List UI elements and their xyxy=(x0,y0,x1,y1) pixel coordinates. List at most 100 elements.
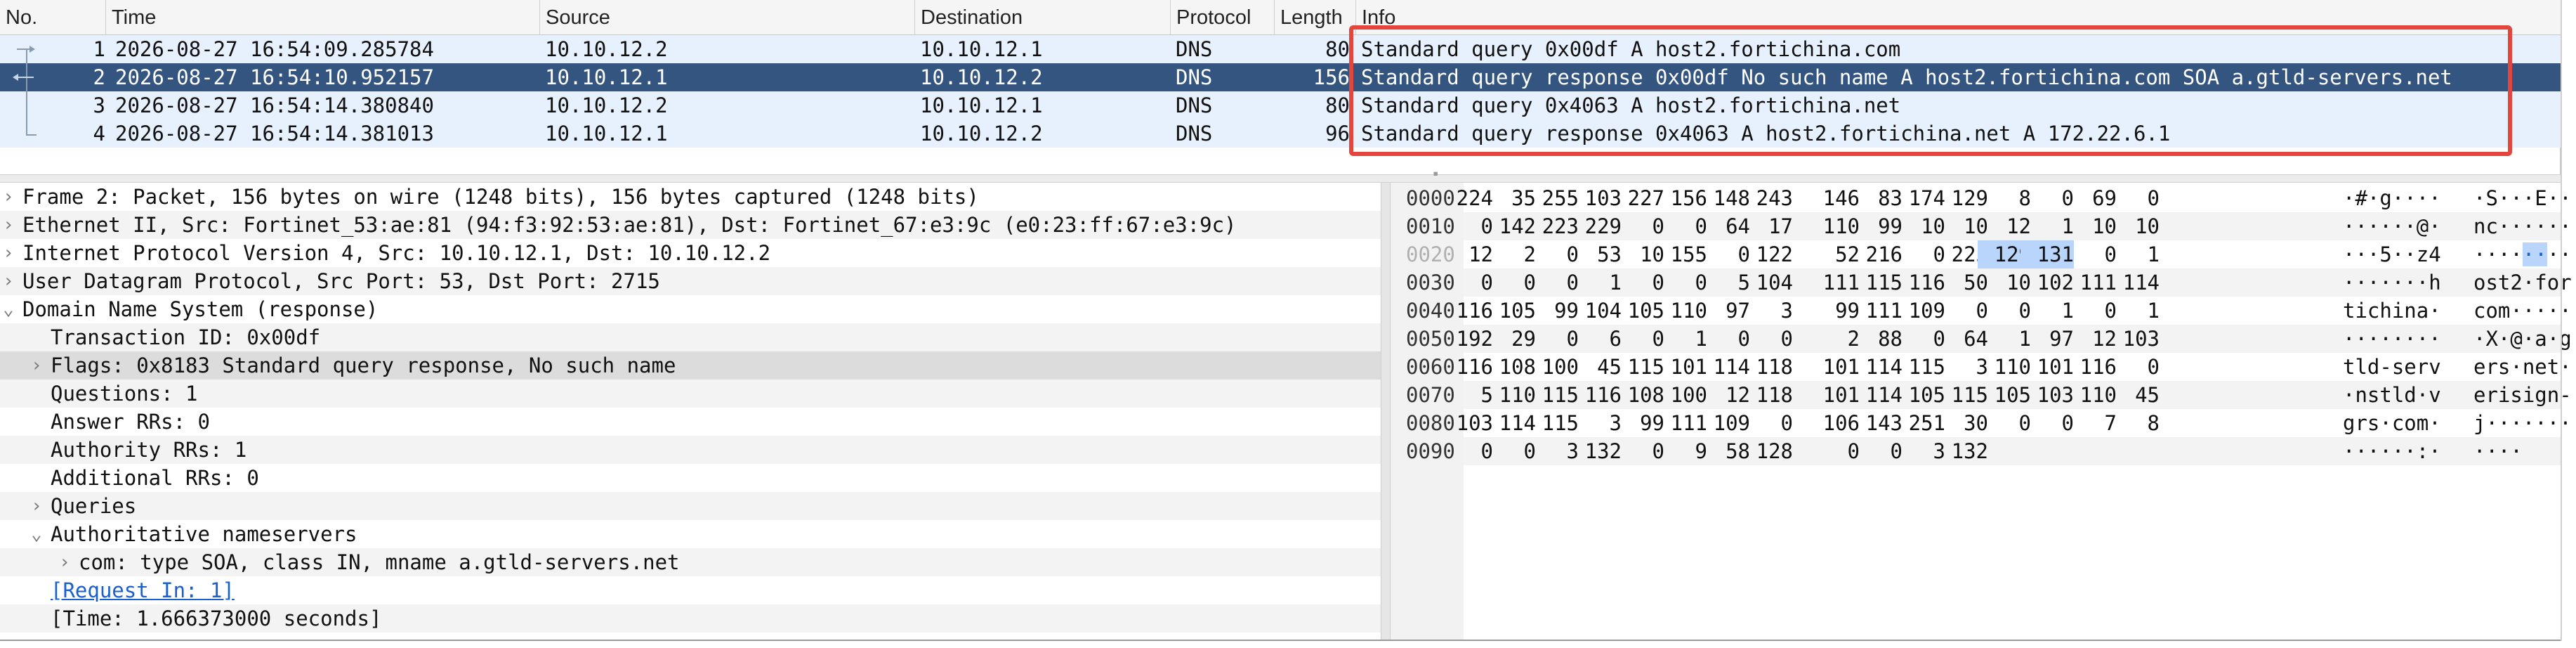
byte-value[interactable]: 103 xyxy=(2106,325,2160,353)
ascii-dump[interactable]: nc······ xyxy=(2473,212,2572,240)
ascii-dump[interactable]: j······· xyxy=(2473,409,2572,437)
detail-row[interactable]: › Internet Protocol Version 4, Src: 10.10… xyxy=(0,239,1381,267)
expand-chevron-icon[interactable]: › xyxy=(29,351,44,380)
splitter-grip-icon[interactable]: ▪ xyxy=(1433,169,1441,179)
detail-text: Additional RRs: 0 xyxy=(51,466,259,490)
byte-value[interactable]: 3 xyxy=(1740,297,1793,325)
byte-value[interactable]: 118 xyxy=(1740,353,1793,381)
expand-chevron-icon[interactable]: › xyxy=(58,548,72,576)
byte-value[interactable]: 1 xyxy=(2106,297,2160,325)
expand-chevron-icon[interactable]: › xyxy=(29,492,44,520)
column-header-length[interactable]: Length xyxy=(1274,0,1355,35)
collapse-chevron-icon[interactable]: ⌄ xyxy=(1,295,15,323)
ascii-dump[interactable]: ·nstld·v xyxy=(2343,381,2441,409)
ascii-dump[interactable]: ·X·@·a·g xyxy=(2473,325,2572,353)
ascii-dump[interactable]: erisign- xyxy=(2473,381,2572,409)
column-header-time[interactable]: Time xyxy=(105,0,539,35)
expand-chevron-icon[interactable]: › xyxy=(1,183,15,211)
ascii-dump[interactable]: tichina· xyxy=(2343,297,2441,325)
ascii-dump[interactable]: ···· xyxy=(2473,437,2523,465)
packet-cell-source: 10.10.12.1 xyxy=(545,122,668,145)
ascii-dump[interactable]: ········ xyxy=(2343,325,2441,353)
byte-value[interactable]: 122 xyxy=(1740,240,1793,268)
ascii-dump[interactable]: ·S···E·· xyxy=(2473,184,2572,212)
packet-bytes[interactable]: 0000 0010 0020 0030 0040 0050 0060 0070 0080 0090… xyxy=(1391,183,2572,640)
ascii-dump[interactable]: grs·com· xyxy=(2343,409,2441,437)
column-header-source[interactable]: Source xyxy=(539,0,914,35)
vertical-splitter[interactable] xyxy=(1381,183,1391,640)
no-toggle xyxy=(29,464,44,492)
byte-value[interactable]: 243 xyxy=(1740,184,1793,212)
detail-row[interactable]: › Queries xyxy=(0,492,1381,520)
detail-row[interactable]: Answer RRs: 0 xyxy=(0,408,1381,436)
byte-value[interactable]: 132 xyxy=(1935,437,1988,465)
detail-row[interactable]: › Flags: 0x8183 Standard query response, … xyxy=(0,351,1381,380)
detail-row[interactable]: › Ethernet II, Src: Fortinet_53:ae:81 (94… xyxy=(0,211,1381,239)
byte-value[interactable]: 0 xyxy=(1740,409,1793,437)
byte-value[interactable]: 0 xyxy=(2106,184,2160,212)
byte-value[interactable]: 8 xyxy=(2106,409,2160,437)
detail-text: Internet Protocol Version 4, Src: 10.10.… xyxy=(22,241,771,265)
ascii-dump[interactable]: ost2·for xyxy=(2473,268,2572,297)
ascii-dump[interactable]: ········ xyxy=(2473,240,2572,268)
packet-cell-protocol: DNS xyxy=(1176,93,1213,117)
packet-cell-no: 3 xyxy=(93,93,105,117)
byte-value[interactable]: 128 xyxy=(1740,437,1793,465)
detail-row[interactable]: [Request In: 1] xyxy=(0,576,1381,604)
ascii-dump[interactable]: ······:· xyxy=(2343,437,2441,465)
detail-link[interactable]: [Request In: 1] xyxy=(51,576,235,604)
packet-cell-no: 1 xyxy=(93,37,105,61)
info-highlight-box xyxy=(1349,25,2512,156)
detail-row[interactable]: [Time: 1.666373000 seconds] xyxy=(0,604,1381,633)
ascii-dump[interactable]: com····· xyxy=(2473,297,2572,325)
byte-value[interactable]: 17 xyxy=(1740,212,1793,240)
detail-row[interactable]: › Frame 2: Packet, 156 bytes on wire (124… xyxy=(0,183,1381,211)
byte-value[interactable]: 1 xyxy=(2106,240,2160,268)
detail-text: Authoritative nameservers xyxy=(51,522,357,546)
wireshark-window: No. Time Source Destination Protocol Len… xyxy=(0,0,2576,648)
column-header-destination[interactable]: Destination xyxy=(914,0,1170,35)
ascii-dump[interactable]: ······@· xyxy=(2343,212,2441,240)
column-header-no[interactable]: No. xyxy=(0,0,105,35)
collapse-chevron-icon[interactable]: ⌄ xyxy=(29,520,44,548)
expand-chevron-icon[interactable]: › xyxy=(1,267,15,295)
packet-cell-destination: 10.10.12.2 xyxy=(920,65,1043,89)
detail-row[interactable]: Questions: 1 xyxy=(0,380,1381,408)
packet-cell-source: 10.10.12.2 xyxy=(545,93,668,117)
window-bottom-edge xyxy=(0,640,2561,641)
byte-value[interactable]: 0 xyxy=(2106,353,2160,381)
detail-text: Queries xyxy=(51,494,137,518)
byte-value[interactable]: 114 xyxy=(2106,268,2160,297)
expand-chevron-icon[interactable]: › xyxy=(1,211,15,239)
ascii-dump[interactable]: tld-serv xyxy=(2343,353,2441,381)
horizontal-splitter[interactable] xyxy=(0,174,2561,183)
ascii-dump[interactable]: ···5··z4 xyxy=(2343,240,2441,268)
no-toggle xyxy=(29,323,44,351)
detail-row[interactable]: Authority RRs: 1 xyxy=(0,436,1381,464)
packet-list[interactable]: No. Time Source Destination Protocol Len… xyxy=(0,0,2561,174)
detail-row[interactable]: ⌄ Authoritative nameservers xyxy=(0,520,1381,548)
no-toggle xyxy=(29,436,44,464)
ascii-dump[interactable]: ·#·g···· xyxy=(2343,184,2441,212)
byte-value[interactable]: 45 xyxy=(2106,381,2160,409)
column-header-protocol[interactable]: Protocol xyxy=(1170,0,1274,35)
detail-row[interactable]: ⌄ Domain Name System (response) xyxy=(0,295,1381,323)
no-toggle xyxy=(29,604,44,633)
packet-cell-time: 2026-08-27 16:54:14.381013 xyxy=(115,122,434,145)
detail-row[interactable]: › User Datagram Protocol, Src Port: 53, D… xyxy=(0,267,1381,295)
byte-value[interactable]: 118 xyxy=(1740,381,1793,409)
detail-text: Questions: 1 xyxy=(51,382,198,406)
detail-row[interactable]: Transaction ID: 0x00df xyxy=(0,323,1381,351)
byte-value[interactable]: 104 xyxy=(1740,268,1793,297)
detail-row[interactable]: › com: type SOA, class IN, mname a.gtld-s… xyxy=(0,548,1381,576)
byte-value[interactable]: 0 xyxy=(1740,325,1793,353)
packet-details[interactable]: › Frame 2: Packet, 156 bytes on wire (124… xyxy=(0,183,1381,640)
byte-value[interactable]: 10 xyxy=(2106,212,2160,240)
ascii-dump[interactable]: ·······h xyxy=(2343,268,2441,297)
detail-text: Frame 2: Packet, 156 bytes on wire (1248… xyxy=(22,185,979,209)
expand-chevron-icon[interactable]: › xyxy=(1,239,15,267)
packet-cell-length: 80 xyxy=(1325,93,1350,117)
ascii-dump[interactable]: ers·net· xyxy=(2473,353,2572,381)
no-toggle xyxy=(29,576,44,604)
detail-row[interactable]: Additional RRs: 0 xyxy=(0,464,1381,492)
